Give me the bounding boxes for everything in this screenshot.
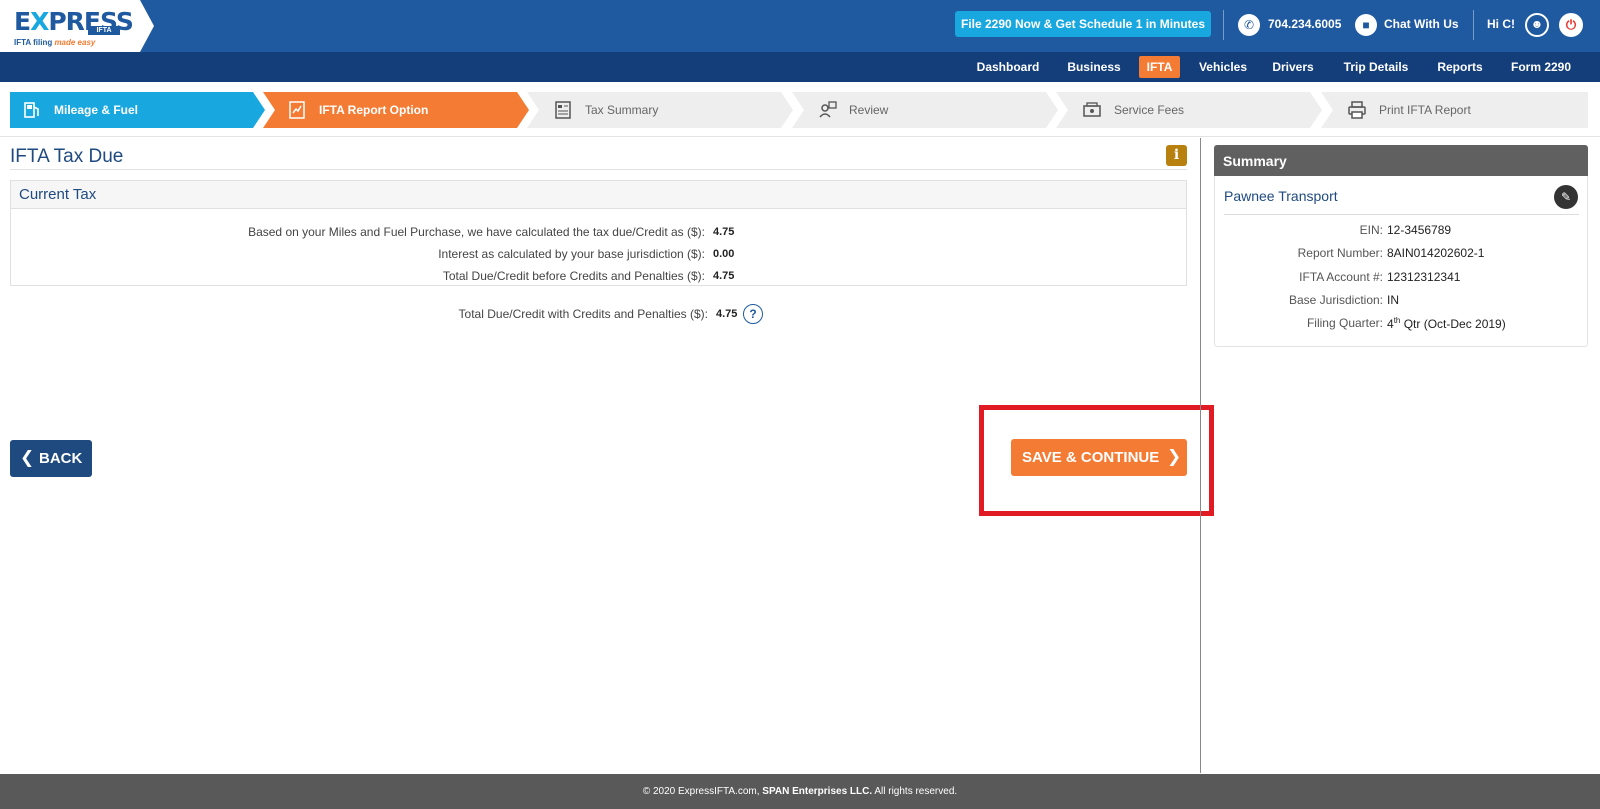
ifta-account-value: 12312312341 (1387, 270, 1461, 284)
top-header: EXPRESS IFTA IFTA filing made easy File … (0, 0, 1600, 52)
nav-drivers[interactable]: Drivers (1267, 56, 1319, 78)
save-continue-button[interactable]: SAVE & CONTINUE ❯ (1011, 439, 1187, 476)
summary-header: Summary (1214, 145, 1588, 176)
step-label: IFTA Report Option (319, 103, 429, 117)
current-tax-title: Current Tax (19, 186, 97, 203)
step-label: Review (849, 103, 889, 117)
interest-value: 0.00 (713, 248, 735, 260)
fuel-pump-icon (24, 102, 39, 118)
help-question-icon[interactable]: ? (743, 304, 763, 324)
main-nav: Dashboard Business IFTA Vehicles Drivers… (0, 52, 1600, 82)
total-before-credits-label: Total Due/Credit before Credits and Pena… (442, 269, 705, 283)
phone-number[interactable]: 704.234.6005 (1268, 17, 1341, 31)
base-jurisdiction-label: Base Jurisdiction: (1288, 293, 1383, 307)
step-label: Print IFTA Report (1379, 103, 1471, 117)
total-with-credits-label: Total Due/Credit with Credits and Penalt… (458, 307, 708, 321)
step-label: Service Fees (1114, 103, 1185, 117)
filing-quarter-label: Filing Quarter: (1306, 316, 1383, 330)
report-number-value: 8AIN014202602-1 (1387, 246, 1485, 260)
nav-business[interactable]: Business (1063, 56, 1125, 78)
step-mileage-fuel[interactable]: Mileage & Fuel (10, 92, 265, 128)
nav-reports[interactable]: Reports (1431, 56, 1489, 78)
base-jurisdiction-value: IN (1387, 293, 1399, 307)
header-divider (1223, 10, 1224, 40)
total-before-credits-value: 4.75 (713, 270, 735, 282)
phone-icon: ✆ (1238, 14, 1260, 36)
header-divider (1473, 10, 1474, 40)
step-label: Mileage & Fuel (54, 103, 139, 117)
page-title: IFTA Tax Due (10, 146, 124, 167)
chat-icon[interactable]: ■ (1355, 14, 1377, 36)
edit-pencil-icon[interactable]: ✎ (1554, 185, 1578, 209)
logout-power-icon[interactable]: ⏻ (1559, 13, 1583, 37)
nav-ifta[interactable]: IFTA (1139, 56, 1180, 78)
file-2290-promo-button[interactable]: File 2290 Now & Get Schedule 1 in Minute… (955, 11, 1211, 37)
content-divider (1200, 138, 1201, 773)
user-avatar-icon[interactable]: ☻ (1525, 13, 1549, 37)
logo-tagline: IFTA filing made easy (14, 38, 96, 47)
report-icon (289, 101, 305, 119)
title-divider (10, 169, 1187, 170)
report-number-label: Report Number: (1297, 246, 1383, 260)
summary-divider (1224, 214, 1579, 215)
logo-notch (140, 0, 154, 52)
summary-icon (555, 101, 571, 119)
step-review[interactable]: Review (792, 92, 1058, 128)
interest-label: Interest as calculated by your base juri… (438, 247, 705, 261)
filing-quarter-value: 4th Qtr (Oct-Dec 2019) (1387, 316, 1506, 331)
step-ifta-report-option[interactable]: IFTA Report Option (263, 92, 529, 128)
ein-value: 12-3456789 (1387, 223, 1452, 237)
chat-with-us-link[interactable]: Chat With Us (1384, 17, 1459, 31)
nav-form-2290[interactable]: Form 2290 (1505, 56, 1577, 78)
summary-title: Summary (1223, 153, 1287, 169)
nav-vehicles[interactable]: Vehicles (1194, 56, 1252, 78)
step-print-ifta-report[interactable]: Print IFTA Report (1321, 92, 1588, 128)
info-icon[interactable]: i (1166, 145, 1187, 166)
chevron-right-icon: ❯ (1167, 447, 1182, 466)
logo-ifta-badge: IFTA (88, 26, 120, 35)
fees-icon (1083, 102, 1101, 117)
step-label: Tax Summary (585, 103, 659, 117)
step-service-fees[interactable]: Service Fees (1056, 92, 1322, 128)
footer: © 2020 ExpressIFTA.com, SPAN Enterprises… (0, 774, 1600, 809)
ein-label: EIN: (1359, 223, 1383, 237)
chevron-left-icon: ❮ (20, 448, 35, 467)
user-greeting: Hi C! (1487, 17, 1515, 31)
nav-trip-details[interactable]: Trip Details (1336, 56, 1416, 78)
tax-due-value: 4.75 (713, 226, 735, 238)
printer-icon (1348, 101, 1366, 119)
logo[interactable]: EXPRESS IFTA IFTA filing made easy (0, 0, 140, 52)
back-button[interactable]: ❮ BACK (10, 440, 92, 477)
review-icon (819, 101, 837, 118)
total-with-credits-value: 4.75 (716, 308, 738, 320)
company-name: Pawnee Transport (1224, 188, 1338, 204)
tax-due-label: Based on your Miles and Fuel Purchase, w… (248, 225, 705, 239)
current-tax-header: Current Tax (11, 181, 1186, 209)
nav-dashboard[interactable]: Dashboard (972, 56, 1044, 78)
ifta-account-label: IFTA Account #: (1299, 270, 1383, 284)
step-tax-summary[interactable]: Tax Summary (527, 92, 793, 128)
